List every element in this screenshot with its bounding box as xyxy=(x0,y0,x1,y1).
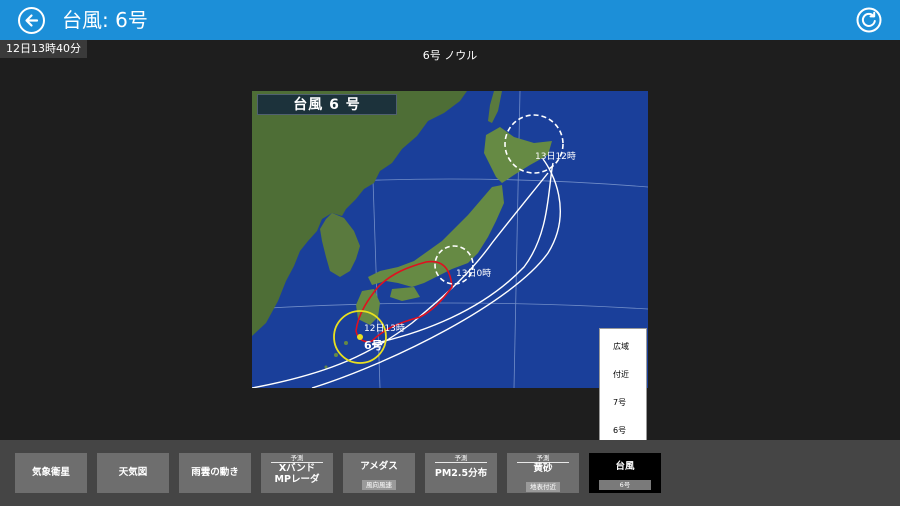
satellite-button[interactable]: 気象衛星 xyxy=(15,453,87,493)
page-title: 台風: 6号 xyxy=(62,8,148,32)
dropdown-item-typhoon-7[interactable]: 7号 xyxy=(600,389,646,417)
typhoon-button[interactable]: 台風 6号 xyxy=(589,453,661,493)
back-button[interactable] xyxy=(18,7,45,34)
typhoon-number-subtitle: 6号 xyxy=(599,480,651,490)
pm25-label: PM2.5分布 xyxy=(434,468,488,479)
rain-cloud-button[interactable]: 雨雲の動き xyxy=(179,453,251,493)
typhoon-map[interactable]: 13日12時 13日0時 12日13時 6号 台風 6 号 xyxy=(251,90,649,389)
forecast-label: 予測 xyxy=(290,454,304,462)
forecast-label: 予測 xyxy=(454,454,468,462)
yellow-sand-label: 黄砂 xyxy=(533,463,553,474)
label-typhoon-number: 6号 xyxy=(364,339,383,352)
xband-label: Xバンド xyxy=(278,463,316,474)
title-bar: 台風: 6号 xyxy=(0,0,900,40)
label-13-12: 13日12時 xyxy=(535,151,576,162)
typhoon-label: 台風 xyxy=(615,461,635,472)
xband-radar-button[interactable]: 予測 Xバンド MPレーダ xyxy=(261,453,333,493)
pm25-button[interactable]: 予測 PM2.5分布 xyxy=(425,453,497,493)
amedas-label: アメダス xyxy=(360,461,398,472)
forecast-label: 予測 xyxy=(536,454,550,462)
weather-map-button[interactable]: 天気図 xyxy=(97,453,169,493)
mp-radar-label: MPレーダ xyxy=(274,474,320,485)
map-title: 台風 6 号 xyxy=(257,94,397,115)
dropdown-item-wide-area[interactable]: 広域 xyxy=(600,333,646,361)
back-arrow-icon xyxy=(25,14,39,27)
typhoon-map-image: 13日12時 13日0時 12日13時 6号 xyxy=(251,90,649,389)
surface-subtitle: 地表付近 xyxy=(526,482,560,492)
dropdown-item-nearby[interactable]: 付近 xyxy=(600,361,646,389)
map-caption: 6号 ノウル xyxy=(422,49,478,62)
yellow-sand-button[interactable]: 予測 黄砂 地表付近 xyxy=(507,453,579,493)
label-12-13: 12日13時 xyxy=(364,323,405,334)
refresh-icon xyxy=(856,7,882,33)
typhoon-center-marker xyxy=(357,334,363,340)
label-13-0: 13日0時 xyxy=(456,268,491,279)
region-dropdown[interactable]: 広域 付近 7号 6号 xyxy=(599,328,647,446)
refresh-button[interactable] xyxy=(856,7,882,33)
wind-subtitle: 風向風速 xyxy=(362,480,396,490)
amedas-button[interactable]: アメダス 風向風速 xyxy=(343,453,415,493)
bottom-nav-bar: 気象衛星 天気図 雨雲の動き 予測 Xバンド MPレーダ アメダス 風向風速 予… xyxy=(0,440,900,506)
